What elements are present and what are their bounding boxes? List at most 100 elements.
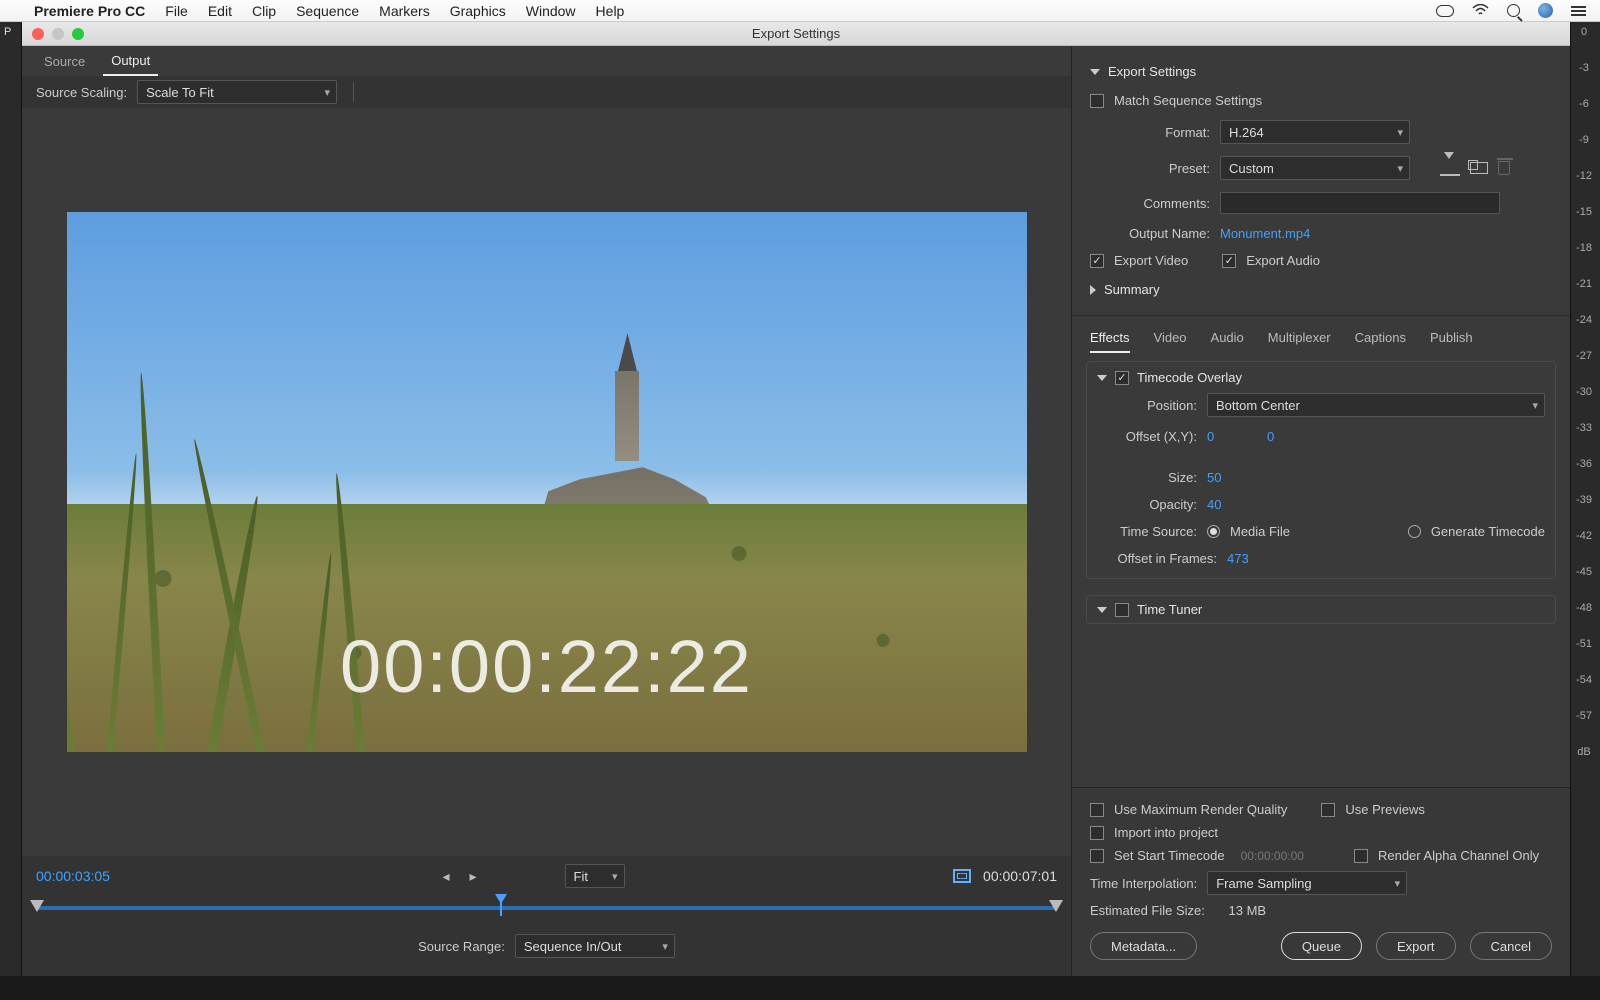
menu-graphics[interactable]: Graphics: [450, 3, 506, 19]
tab-captions[interactable]: Captions: [1355, 324, 1406, 353]
menu-sequence[interactable]: Sequence: [296, 3, 359, 19]
notification-center-icon[interactable]: [1571, 6, 1586, 16]
size-value[interactable]: 50: [1207, 470, 1221, 485]
offset-x[interactable]: 0: [1207, 429, 1257, 444]
save-preset-icon[interactable]: [1440, 160, 1460, 176]
menu-help[interactable]: Help: [596, 3, 625, 19]
creative-cloud-icon[interactable]: [1436, 5, 1454, 17]
time-interp-select[interactable]: Frame Sampling: [1207, 871, 1407, 895]
alpha-checkbox[interactable]: [1354, 849, 1368, 863]
menu-window[interactable]: Window: [526, 3, 576, 19]
export-video-label: Export Video: [1114, 253, 1188, 268]
zoom-fit-select[interactable]: Fit: [565, 864, 625, 888]
timecode-duration: 00:00:07:01: [983, 868, 1057, 884]
tab-audio[interactable]: Audio: [1211, 324, 1244, 353]
chevron-down-icon: [1097, 375, 1107, 381]
playhead-icon[interactable]: [495, 894, 507, 916]
source-scaling-label: Source Scaling:: [36, 85, 127, 100]
offset-y[interactable]: 0: [1267, 429, 1274, 444]
tab-multiplexer[interactable]: Multiplexer: [1268, 324, 1331, 353]
generate-timecode-label: Generate Timecode: [1431, 524, 1545, 539]
size-label: Size:: [1097, 470, 1197, 485]
menu-markers[interactable]: Markers: [379, 3, 430, 19]
time-tuner-checkbox[interactable]: [1115, 603, 1129, 617]
menu-edit[interactable]: Edit: [208, 3, 232, 19]
chevron-down-icon: [1097, 607, 1107, 613]
queue-button[interactable]: Queue: [1281, 932, 1362, 960]
tab-video[interactable]: Video: [1154, 324, 1187, 353]
spotlight-icon[interactable]: [1507, 4, 1520, 17]
step-fwd-icon[interactable]: ▸: [466, 868, 481, 885]
position-select[interactable]: Bottom Center: [1207, 393, 1545, 417]
radio-media-file[interactable]: [1207, 525, 1220, 538]
dialog-title: Export Settings: [752, 26, 840, 41]
alpha-label: Render Alpha Channel Only: [1378, 848, 1539, 863]
match-sequence-checkbox[interactable]: [1090, 94, 1104, 108]
time-interp-label: Time Interpolation:: [1090, 876, 1197, 891]
menu-clip[interactable]: Clip: [252, 3, 276, 19]
source-range-select[interactable]: Sequence In/Out: [515, 934, 675, 958]
menubar-app[interactable]: Premiere Pro CC: [34, 3, 145, 19]
safe-margins-icon[interactable]: [953, 869, 971, 883]
preset-label: Preset:: [1090, 161, 1210, 176]
opacity-value[interactable]: 40: [1207, 497, 1221, 512]
timecode-overlay-text: 00:00:22:22: [340, 624, 753, 709]
comments-input[interactable]: [1220, 192, 1500, 214]
source-scaling-select[interactable]: Scale To Fit: [137, 80, 337, 104]
timeline-scrubber[interactable]: [36, 894, 1057, 922]
summary-heading[interactable]: Summary: [1090, 274, 1552, 305]
preset-select[interactable]: Custom: [1220, 156, 1410, 180]
cancel-button[interactable]: Cancel: [1470, 932, 1552, 960]
source-range-label: Source Range:: [418, 939, 505, 954]
format-label: Format:: [1090, 125, 1210, 140]
use-previews-checkbox[interactable]: [1321, 803, 1335, 817]
mac-menubar: Premiere Pro CC File Edit Clip Sequence …: [0, 0, 1600, 22]
timecode-current[interactable]: 00:00:03:05: [36, 868, 110, 884]
position-label: Position:: [1097, 398, 1197, 413]
import-project-label: Import into project: [1114, 825, 1218, 840]
close-icon[interactable]: [32, 28, 44, 40]
use-previews-label: Use Previews: [1345, 802, 1424, 817]
export-video-checkbox[interactable]: [1090, 254, 1104, 268]
out-point-handle[interactable]: [1049, 900, 1063, 912]
export-button[interactable]: Export: [1376, 932, 1456, 960]
start-timecode-checkbox[interactable]: [1090, 849, 1104, 863]
export-audio-checkbox[interactable]: [1222, 254, 1236, 268]
tab-source[interactable]: Source: [36, 48, 93, 75]
tab-output[interactable]: Output: [103, 47, 158, 76]
start-timecode-label: Set Start Timecode: [1114, 848, 1225, 863]
dialog-titlebar: Export Settings: [22, 22, 1570, 46]
time-source-label: Time Source:: [1097, 524, 1197, 539]
in-point-handle[interactable]: [30, 900, 44, 912]
output-name-link[interactable]: Monument.mp4: [1220, 226, 1310, 241]
wifi-icon[interactable]: [1472, 3, 1489, 19]
timecode-overlay-heading[interactable]: Timecode Overlay: [1097, 368, 1545, 387]
menu-file[interactable]: File: [165, 3, 188, 19]
media-file-label: Media File: [1230, 524, 1290, 539]
tab-publish[interactable]: Publish: [1430, 324, 1473, 353]
import-preset-icon[interactable]: [1470, 162, 1488, 174]
chevron-right-icon: [1090, 285, 1096, 295]
max-render-checkbox[interactable]: [1090, 803, 1104, 817]
delete-preset-icon[interactable]: [1498, 161, 1510, 175]
import-project-checkbox[interactable]: [1090, 826, 1104, 840]
settings-tabs: Effects Video Audio Multiplexer Captions…: [1072, 315, 1570, 353]
est-size-value: 13 MB: [1229, 903, 1267, 918]
minimize-icon: [52, 28, 64, 40]
tab-effects[interactable]: Effects: [1090, 324, 1130, 353]
background-meter-right: 0 -3 -6 -9 -12 -15 -18 -21 -24 -27 -30 -…: [1570, 22, 1600, 976]
offset-frames-value[interactable]: 473: [1227, 551, 1249, 566]
timecode-overlay-checkbox[interactable]: [1115, 371, 1129, 385]
match-sequence-label: Match Sequence Settings: [1114, 93, 1262, 108]
export-settings-heading[interactable]: Export Settings: [1090, 56, 1552, 87]
siri-icon[interactable]: [1538, 3, 1553, 18]
radio-generate-timecode[interactable]: [1408, 525, 1421, 538]
time-tuner-heading[interactable]: Time Tuner: [1097, 602, 1545, 617]
zoom-icon[interactable]: [72, 28, 84, 40]
format-select[interactable]: H.264: [1220, 120, 1410, 144]
output-name-label: Output Name:: [1090, 226, 1210, 241]
export-audio-label: Export Audio: [1246, 253, 1320, 268]
step-back-icon[interactable]: ◂: [438, 868, 453, 885]
metadata-button[interactable]: Metadata...: [1090, 932, 1197, 960]
preview-video: 00:00:22:22: [67, 212, 1027, 752]
